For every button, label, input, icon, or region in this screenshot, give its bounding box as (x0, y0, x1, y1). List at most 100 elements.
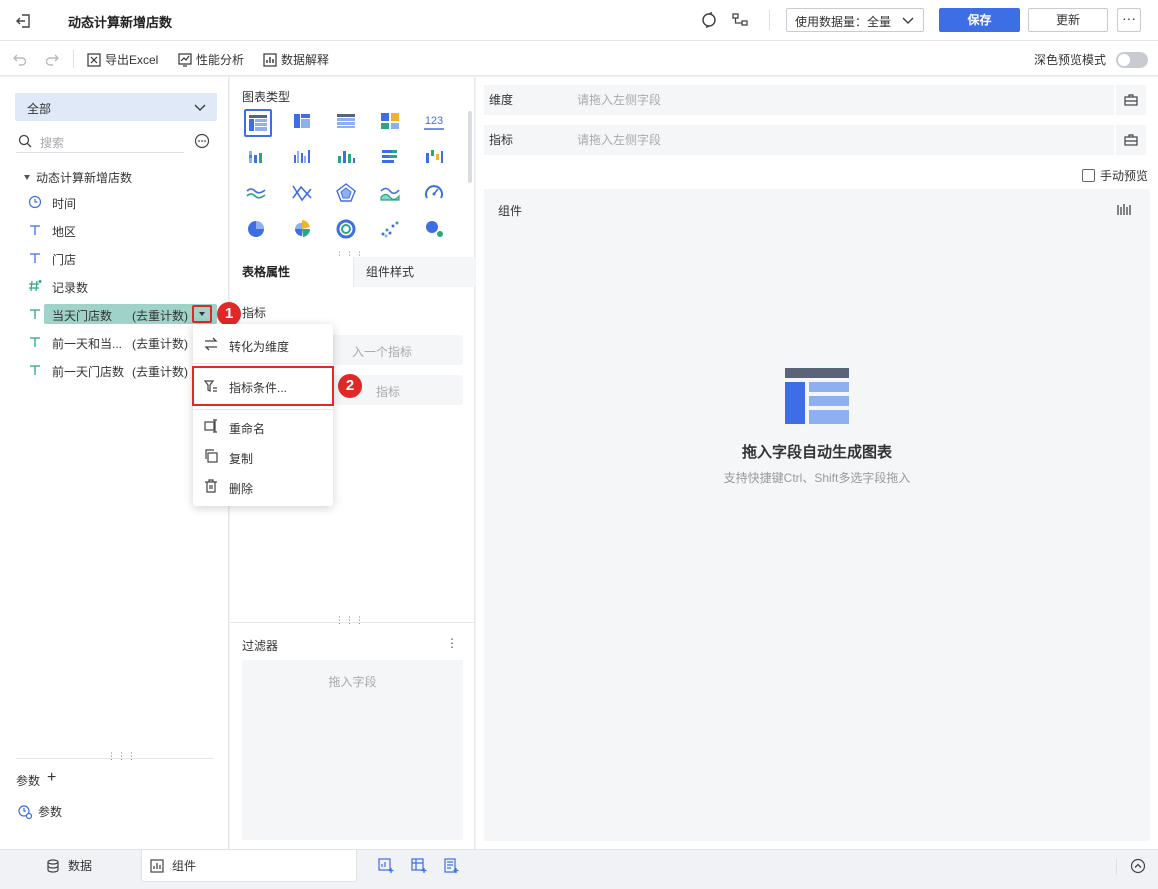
filter-drop-zone[interactable]: 拖入字段 (242, 660, 463, 840)
update-button[interactable]: 更新 (1028, 8, 1108, 32)
detail-table-icon (337, 114, 355, 128)
chart-type-table[interactable] (244, 109, 272, 137)
caret-down-icon (24, 175, 30, 180)
chart-type-donut[interactable] (334, 217, 362, 245)
dimension-drop-zone[interactable]: 请拖入左侧字段 (562, 85, 1114, 115)
chart-type-stacked-column[interactable] (244, 145, 272, 173)
dataset-select-label: 全部 (27, 102, 52, 116)
undo-icon[interactable] (12, 52, 28, 66)
chart-type-scrollbar[interactable] (468, 111, 472, 183)
chart-type-pie[interactable] (244, 217, 272, 245)
chart-type-number[interactable]: 123 (422, 109, 450, 137)
stacked-column-icon (249, 151, 262, 163)
field-aggregation: (去重计数) (132, 365, 188, 379)
tab-data-label: 数据 (68, 859, 93, 873)
measure-tool-button[interactable] (1116, 125, 1146, 155)
area-chart-icon (380, 187, 400, 201)
resize-handle[interactable]: ⋮⋮⋮ (335, 615, 365, 626)
empty-state-title: 拖入字段自动生成图表 (741, 444, 892, 461)
field-aggregation: (去重计数) (132, 309, 188, 323)
chart-type-bubble[interactable] (422, 217, 450, 245)
chevron-up-circle-icon[interactable] (1130, 858, 1146, 874)
chart-type-cross-table[interactable] (290, 109, 318, 137)
database-icon (47, 859, 59, 873)
menu-item-label: 复制 (229, 452, 254, 466)
chart-type-column[interactable] (334, 145, 362, 173)
checkbox[interactable] (1082, 169, 1095, 182)
tab-table-properties[interactable]: 表格属性 (230, 257, 354, 287)
dark-preview-toggle[interactable] (1116, 52, 1148, 68)
hierarchy-icon[interactable] (731, 11, 749, 29)
chart-type-grouped-column[interactable] (290, 145, 318, 173)
search-icon (18, 134, 32, 148)
chart-type-line[interactable] (244, 181, 272, 209)
column-settings-icon[interactable] (1116, 202, 1132, 218)
bottom-bar: 数据 组件 (0, 849, 1158, 889)
export-excel-label: 导出Excel (105, 53, 159, 67)
performance-analysis-button[interactable]: 性能分析 (178, 51, 244, 68)
export-excel-button[interactable]: 导出Excel (87, 51, 158, 68)
chart-type-detail-table[interactable] (334, 109, 362, 137)
chart-type-radar[interactable] (334, 181, 362, 209)
manual-preview-checkbox[interactable]: 手动预览 (1082, 167, 1148, 184)
menu-item-delete[interactable]: 删除 (193, 471, 333, 501)
component-canvas[interactable]: 组件 拖入字段自动生成图表 支持快捷键Ctrl、Shift多选字段拖入 (484, 189, 1150, 841)
resize-handle[interactable]: ⋮⋮⋮ (107, 751, 137, 762)
more-button[interactable]: ··· (1117, 8, 1141, 32)
tab-component[interactable]: 组件 (141, 850, 357, 882)
chart-type-kpi-board[interactable] (378, 109, 406, 137)
add-component-icon[interactable] (378, 858, 394, 874)
field-search-input[interactable]: 搜索 (16, 129, 184, 153)
chart-type-scatter[interactable] (378, 217, 406, 245)
refresh-icon[interactable] (700, 11, 718, 29)
chart-type-rose[interactable] (290, 217, 318, 245)
copy-icon (205, 449, 218, 463)
data-volume-select[interactable]: 使用数据量：全量 (786, 8, 924, 32)
redo-icon[interactable] (44, 52, 60, 66)
tab-component-style[interactable]: 组件样式 (354, 257, 475, 287)
more-options-icon[interactable] (194, 133, 210, 149)
chart-type-multi-line[interactable] (290, 181, 318, 209)
parameter-item-label: 参数 (38, 805, 63, 819)
grouped-column-icon (294, 150, 310, 163)
dimension-tool-button[interactable] (1116, 85, 1146, 115)
chart-type-area[interactable] (378, 181, 406, 209)
chart-type-bar[interactable] (378, 145, 406, 173)
add-table-icon[interactable] (411, 858, 427, 874)
menu-item-measure-condition[interactable]: 指标条件... (192, 366, 334, 406)
multi-line-icon (292, 185, 312, 202)
menu-item-label: 指标条件... (229, 381, 288, 395)
dataset-select[interactable]: 全部 (15, 93, 217, 121)
dimension-label: 维度 (484, 85, 562, 115)
field-dropdown-button[interactable] (192, 305, 212, 323)
tab-data[interactable]: 数据 (46, 850, 141, 882)
menu-item-rename[interactable]: 重命名 (193, 411, 333, 441)
add-parameter-button[interactable]: + (47, 769, 56, 787)
search-placeholder: 搜索 (40, 136, 65, 150)
parameter-header: 参数 (16, 774, 41, 788)
chart-type-waterfall[interactable] (422, 145, 450, 173)
filter-more-icon[interactable]: ⋮ (446, 636, 458, 650)
chart-type-gauge[interactable] (422, 181, 450, 209)
empty-state-hint: 支持快捷键Ctrl、Shift多选字段拖入 (723, 471, 911, 485)
dataset-tree-root[interactable]: 动态计算新增店数 (24, 169, 132, 186)
text-type-icon (30, 225, 40, 235)
column-chart-icon (338, 151, 355, 163)
exit-icon[interactable] (14, 11, 34, 31)
menu-item-convert-to-dimension[interactable]: 转化为维度 (193, 329, 333, 359)
save-button[interactable]: 保存 (939, 8, 1020, 32)
field-name: 时间 (52, 197, 77, 211)
canvas-panel: 维度 请拖入左侧字段 指标 请拖入左侧字段 手动预览 组件 拖入字段自动生成图表… (476, 77, 1158, 849)
text-type-icon (30, 309, 40, 319)
divider (769, 10, 770, 30)
tab-component-label: 组件 (172, 859, 197, 873)
data-explain-button[interactable]: 数据解释 (263, 51, 329, 68)
add-dashboard-icon[interactable] (443, 858, 459, 874)
menu-item-copy[interactable]: 复制 (193, 441, 333, 471)
chart-type-title: 图表类型 (242, 90, 291, 104)
data-explain-label: 数据解释 (281, 53, 330, 67)
measure-drop-zone[interactable]: 请拖入左侧字段 (562, 125, 1114, 155)
measure-section-title: 指标 (242, 306, 267, 320)
parameter-item[interactable]: 参数 (18, 803, 62, 820)
performance-analysis-label: 性能分析 (196, 53, 245, 67)
